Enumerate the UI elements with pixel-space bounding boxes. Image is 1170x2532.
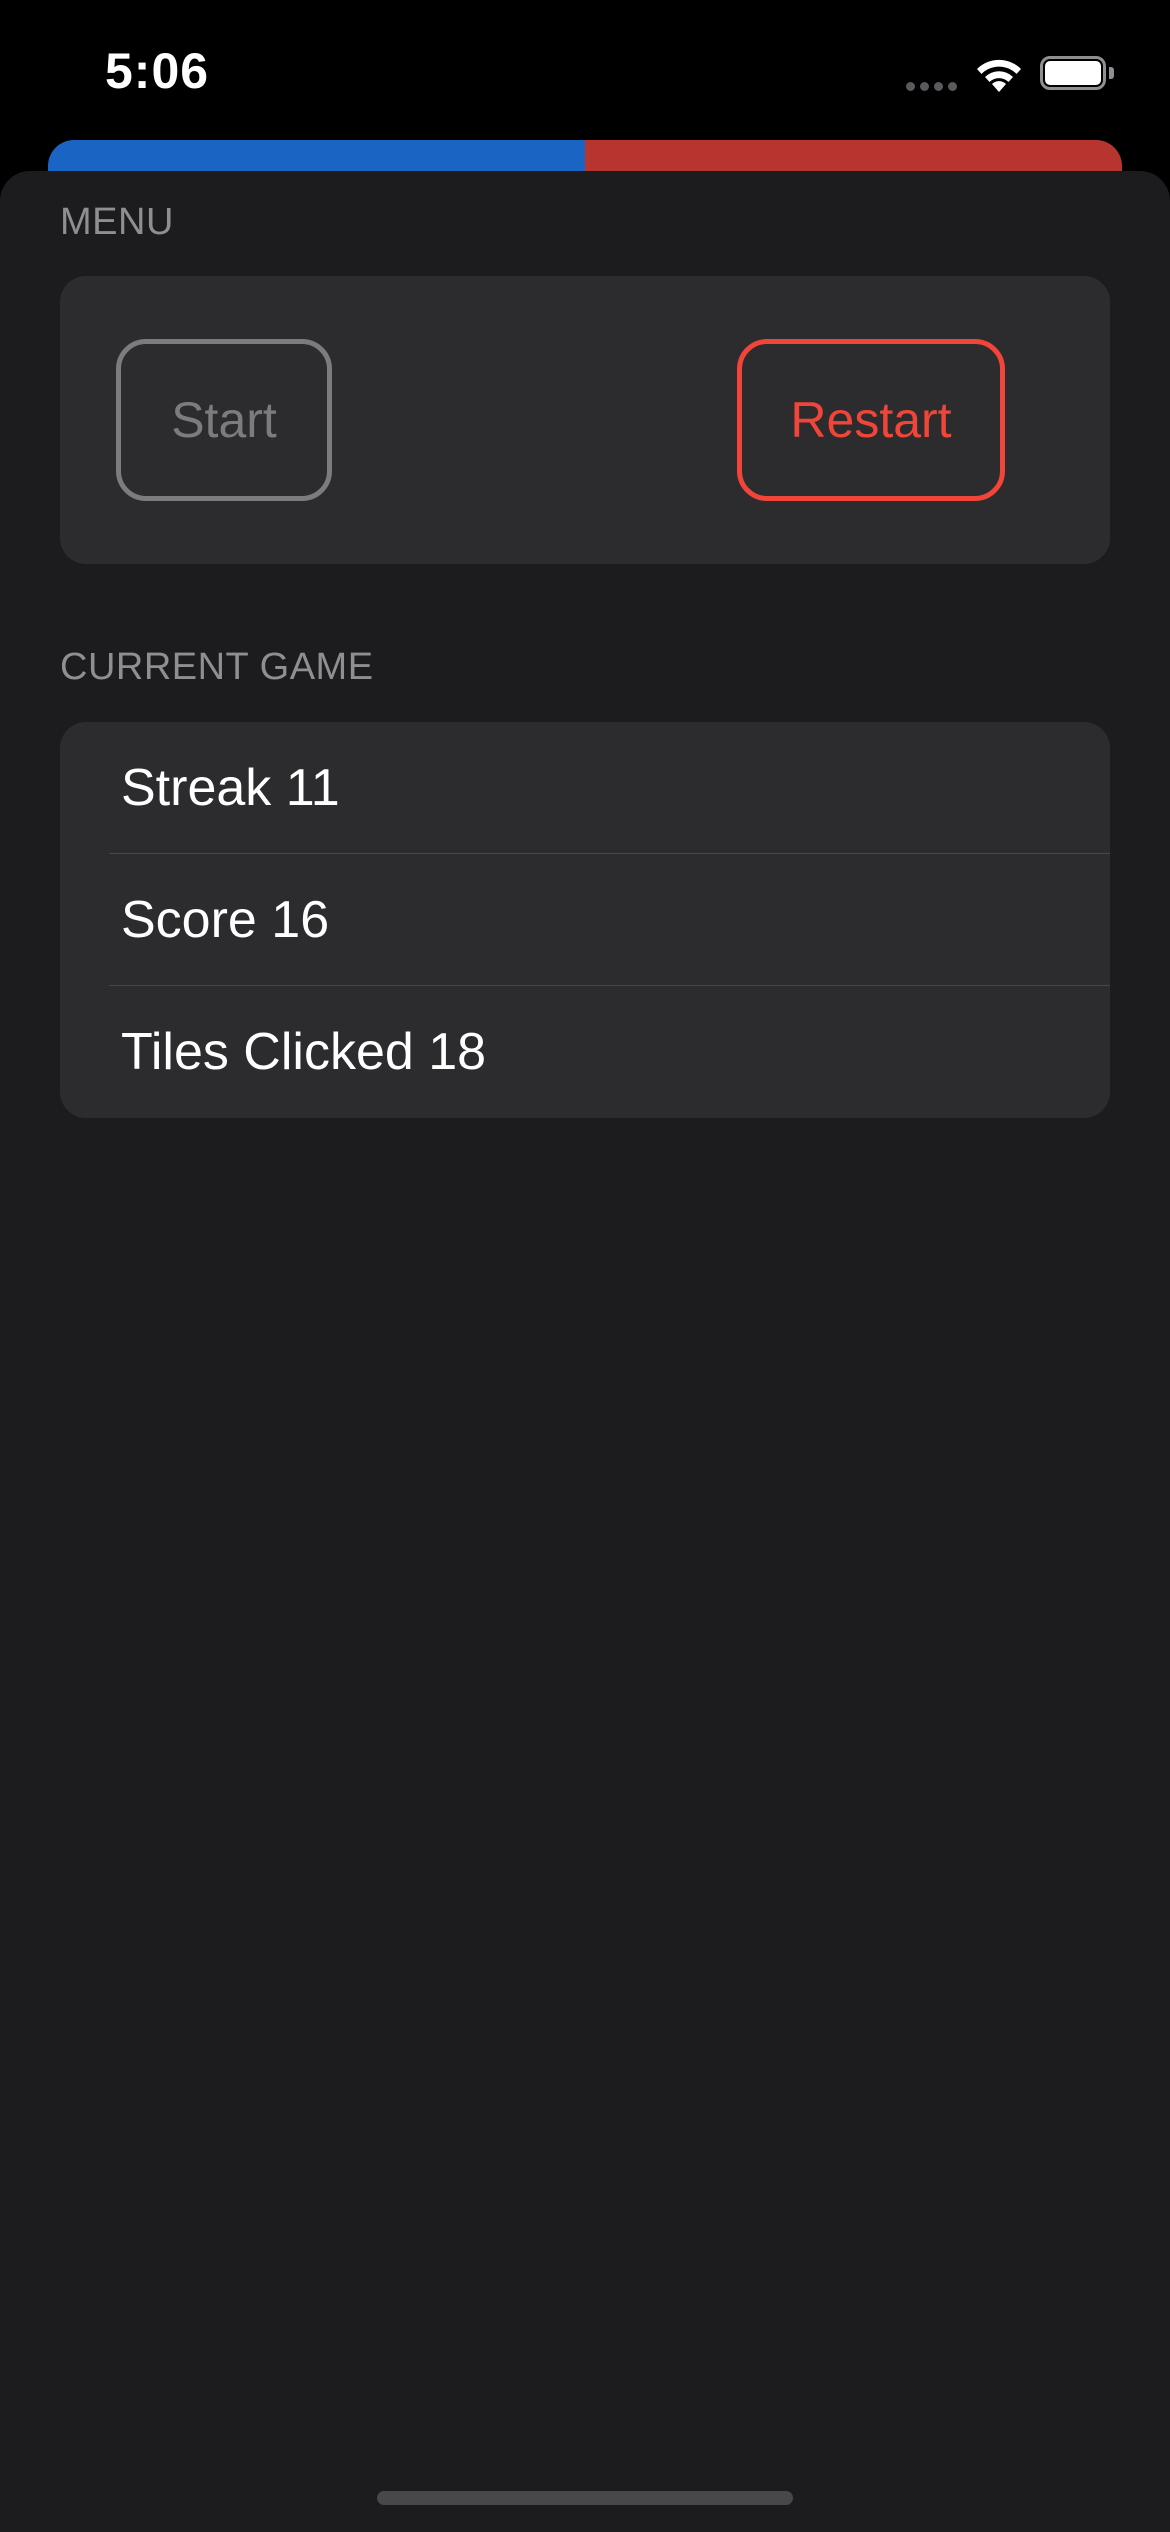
battery-icon xyxy=(1040,56,1116,92)
menu-section-header: MENU xyxy=(60,201,174,243)
menu-sheet: MENU Start Restart CURRENT GAME Streak 1… xyxy=(0,171,1170,2532)
home-indicator[interactable] xyxy=(377,2491,793,2505)
current-game-section-header: CURRENT GAME xyxy=(60,646,374,688)
menu-card: Start Restart xyxy=(60,276,1110,564)
tiles-clicked-label: Tiles Clicked 18 xyxy=(121,1023,487,1081)
restart-button[interactable]: Restart xyxy=(737,339,1005,501)
score-row: Score 16 xyxy=(60,854,1110,986)
score-label: Score 16 xyxy=(121,891,330,949)
current-game-card: Streak 11 Score 16 Tiles Clicked 18 xyxy=(60,722,1110,1118)
start-button[interactable]: Start xyxy=(116,339,332,501)
status-time: 5:06 xyxy=(105,43,210,99)
streak-row: Streak 11 xyxy=(60,722,1110,854)
tiles-clicked-row: Tiles Clicked 18 xyxy=(60,986,1110,1118)
streak-label: Streak 11 xyxy=(121,759,340,817)
screen: 5:06 MENU Start Restart CURRENT GAME Str… xyxy=(0,0,1170,2532)
cellular-signal-icon xyxy=(906,82,960,92)
status-bar: 5:06 xyxy=(0,0,1170,140)
wifi-icon xyxy=(977,59,1021,92)
